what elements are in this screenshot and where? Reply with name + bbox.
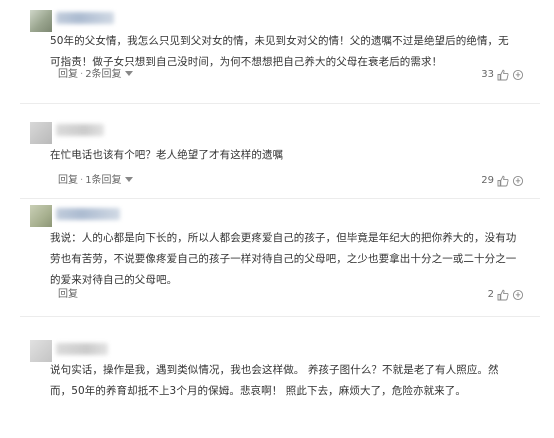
- avatar[interactable]: [30, 205, 52, 227]
- username-redacted: [56, 12, 114, 24]
- share-icon[interactable]: [512, 289, 524, 301]
- thumbs-up-icon[interactable]: [497, 69, 509, 81]
- comment-text-line: 而，50年的养育却抵不上3个月的保姆。悲哀啊！ 照此下去，麻烦大了，危险亦就来了…: [50, 385, 466, 397]
- comment-text: 说句实话，操作是我，遇到类似情况，我也会这样做。 养孩子图什么？不就是老了有人照…: [50, 360, 540, 402]
- reply-link[interactable]: 回复: [58, 289, 78, 300]
- divider: [20, 316, 540, 317]
- comment-actions: 回复 · 2条回复: [58, 68, 133, 82]
- comment-text-line: 的爱来对待自己的父母吧。: [50, 274, 178, 286]
- username-redacted: [56, 208, 120, 220]
- avatar[interactable]: [30, 122, 52, 144]
- view-replies-link[interactable]: 2条回复: [85, 69, 121, 80]
- like-button[interactable]: 29: [481, 174, 524, 188]
- reply-link[interactable]: 回复: [58, 69, 78, 80]
- chevron-down-icon[interactable]: [124, 177, 133, 182]
- username-redacted: [56, 343, 108, 355]
- username-redacted: [56, 124, 104, 136]
- comment-text: 50年的父女情，我怎么只见到父对女的情，未见到女对父的情！父的遗嘱不过是绝望后的…: [50, 31, 540, 73]
- comment-text: 在忙电话也该有个吧？老人绝望了才有这样的遗嘱: [50, 145, 540, 166]
- avatar[interactable]: [30, 10, 52, 32]
- divider: [20, 103, 540, 104]
- comment-text-line: 说句实话，操作是我，遇到类似情况，我也会这样做。 养孩子图什么？不就是老了有人照…: [50, 364, 499, 376]
- chevron-down-icon[interactable]: [124, 71, 133, 76]
- comment-text-line: 在忙电话也该有个吧？老人绝望了才有这样的遗嘱: [50, 149, 284, 161]
- avatar[interactable]: [30, 340, 52, 362]
- comment-actions: 回复 · 1条回复: [58, 174, 133, 188]
- thumbs-up-icon[interactable]: [497, 289, 509, 301]
- like-count: 33: [481, 69, 494, 80]
- divider: [20, 198, 540, 199]
- comment-actions: 回复: [58, 288, 78, 302]
- share-icon[interactable]: [512, 69, 524, 81]
- thumbs-up-icon[interactable]: [497, 175, 509, 187]
- comment-text-line: 我说：人的心都是向下长的，所以人都会更疼爱自己的孩子，但毕竟是年纪大的把你养大的…: [50, 232, 517, 244]
- like-count: 29: [481, 175, 494, 186]
- comment-text-line: 50年的父女情，我怎么只见到父对女的情，未见到女对父的情！父的遗嘱不过是绝望后的…: [50, 35, 509, 47]
- like-button[interactable]: 2: [488, 288, 524, 302]
- reply-link[interactable]: 回复: [58, 175, 78, 186]
- view-replies-link[interactable]: 1条回复: [85, 175, 121, 186]
- like-count: 2: [487, 289, 494, 300]
- share-icon[interactable]: [512, 175, 524, 187]
- like-button[interactable]: 33: [481, 68, 524, 82]
- comment-text: 我说：人的心都是向下长的，所以人都会更疼爱自己的孩子，但毕竟是年纪大的把你养大的…: [50, 228, 540, 291]
- comment-text-line: 劳也有苦劳，不说要像疼爱自己的孩子一样对待自己的父母吧，之少也要拿出十分之一或二…: [50, 253, 517, 265]
